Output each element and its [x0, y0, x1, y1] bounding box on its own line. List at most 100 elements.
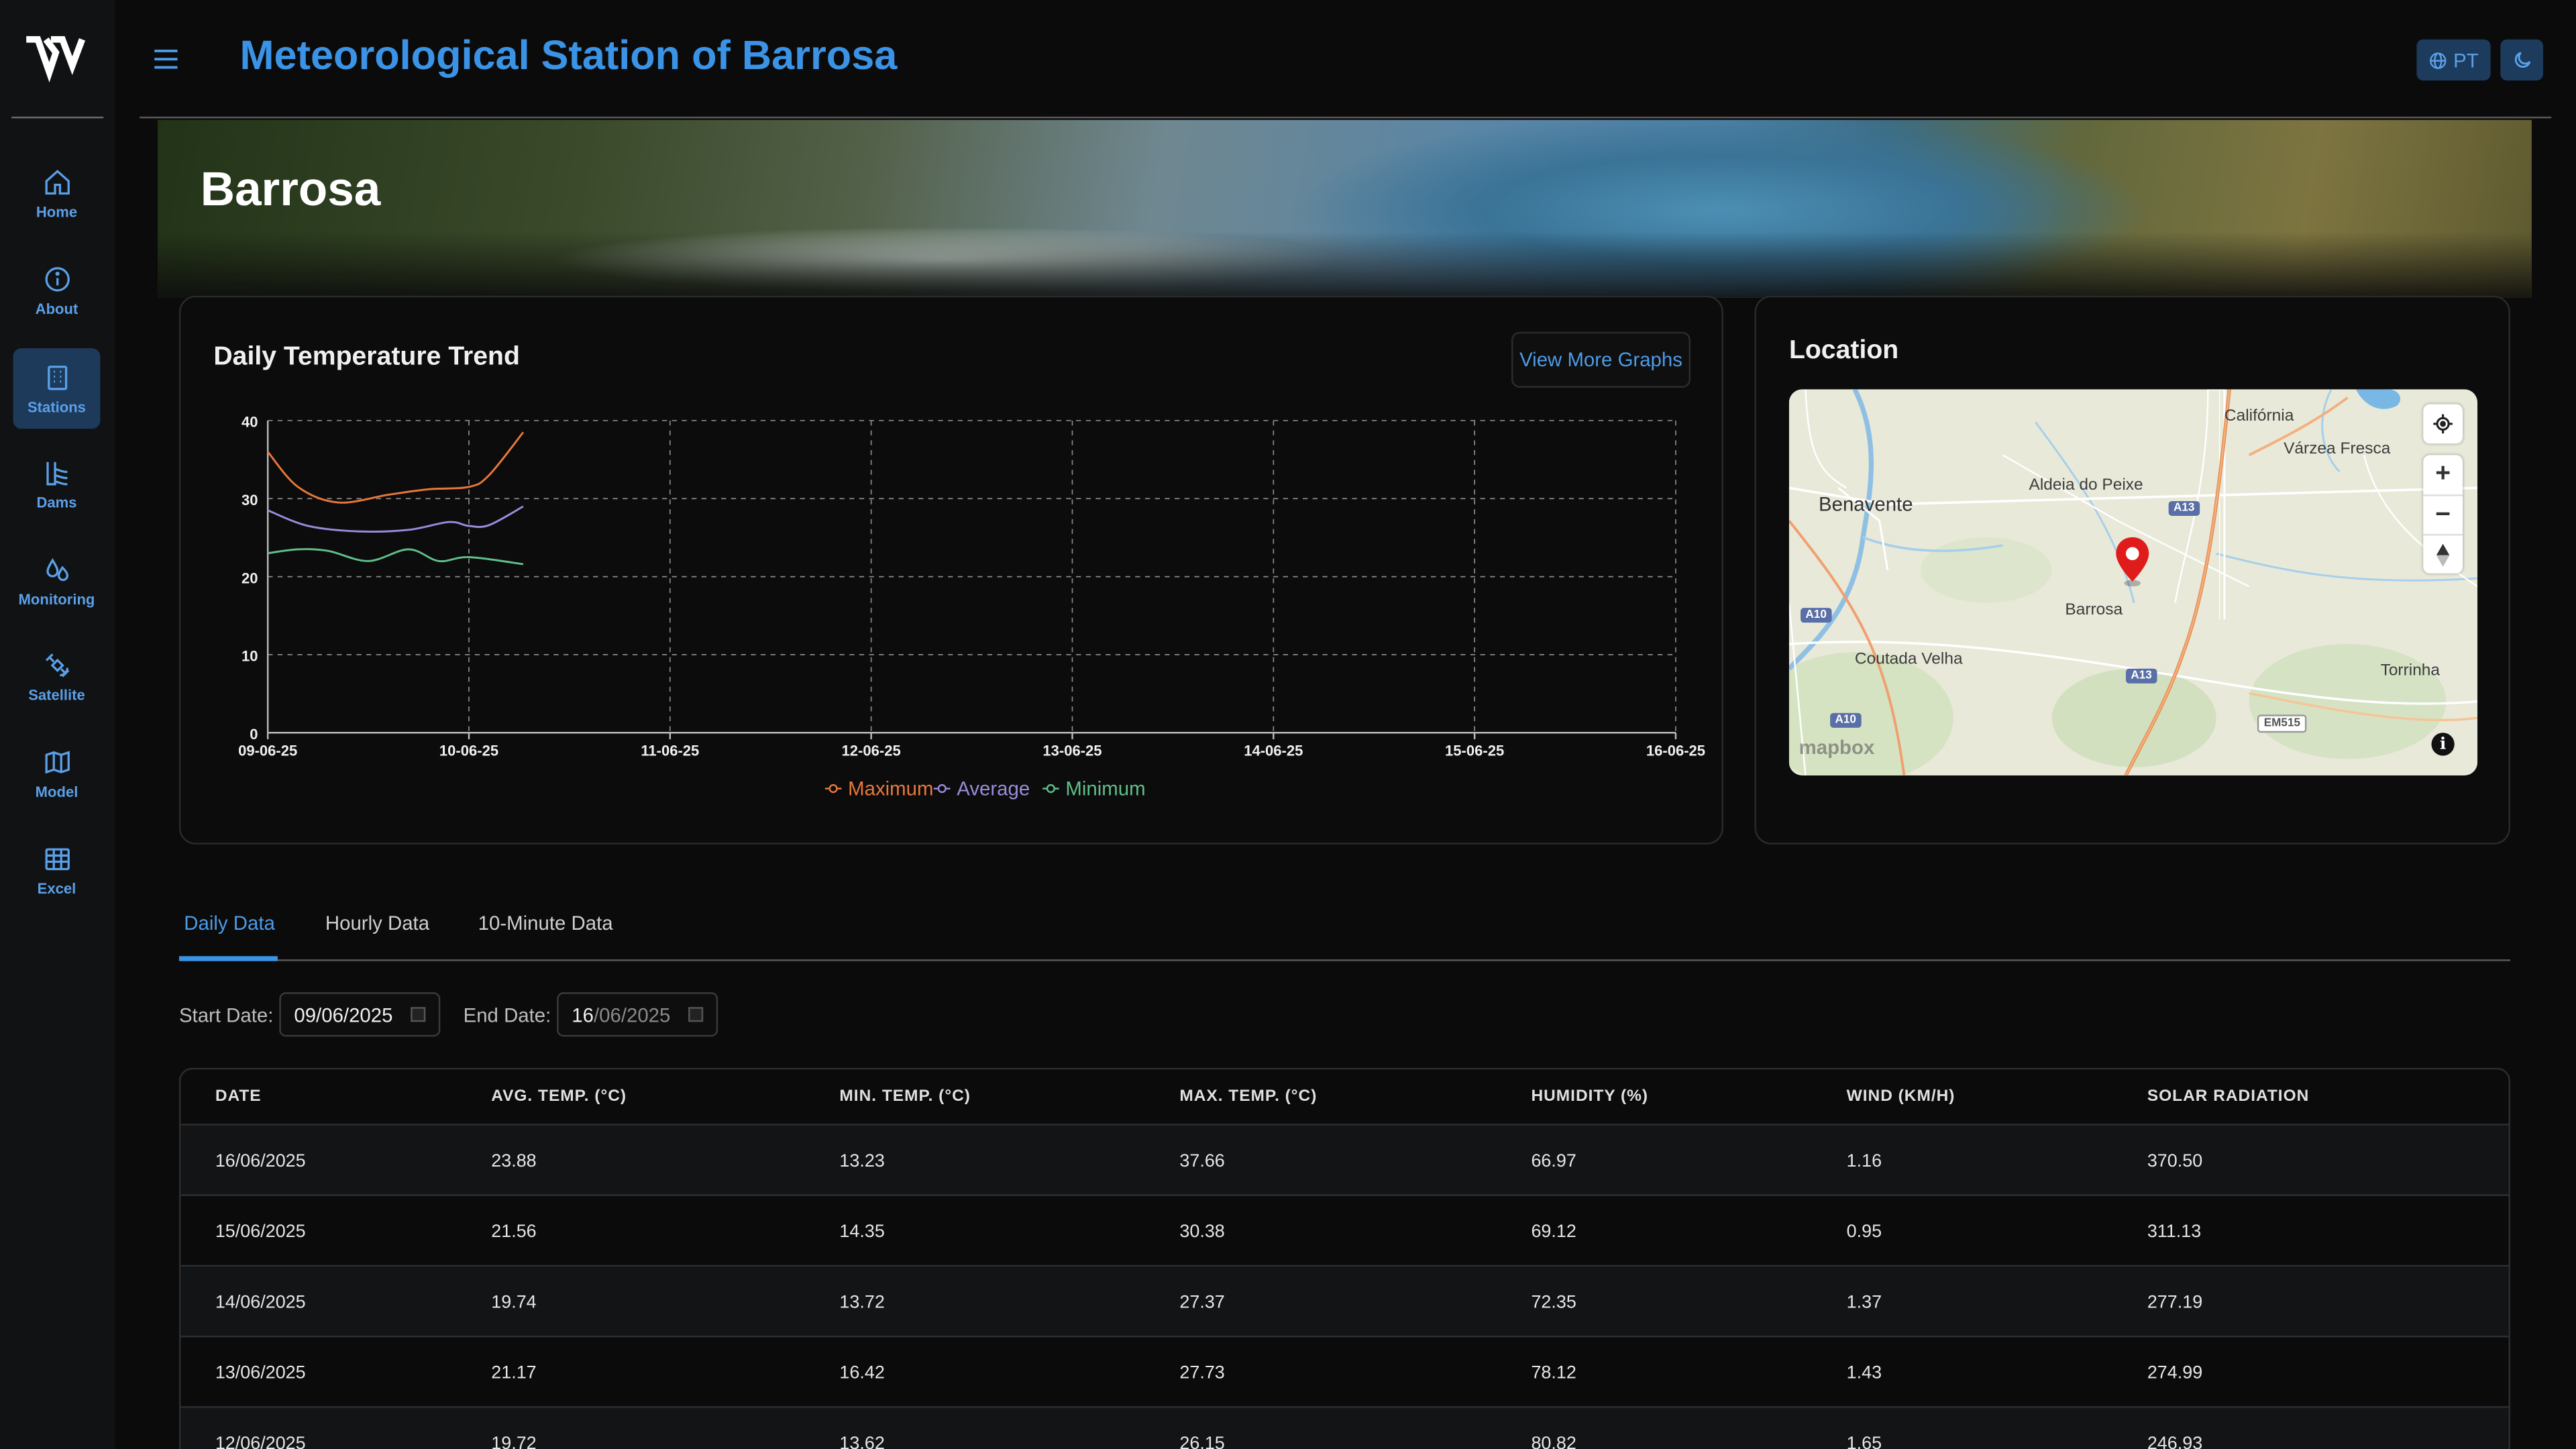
- location-title: Location: [1788, 337, 1899, 365]
- menu-toggle-icon[interactable]: [153, 48, 179, 70]
- table-cell: 66.97: [1531, 1151, 1576, 1172]
- road-badge: A13: [2168, 500, 2200, 516]
- end-date-input[interactable]: 16/06/2025: [557, 992, 718, 1037]
- sidebar-item-label: About: [35, 301, 78, 317]
- table-cell: 72.35: [1531, 1293, 1576, 1313]
- road-badge: A10: [1801, 608, 1832, 623]
- y-tick-label: 0: [250, 726, 258, 743]
- moon-icon: [2514, 52, 2530, 68]
- table-row[interactable]: 12/06/2025 19.72 13.62 26.15 80.82 1.65 246.93: [180, 1407, 2509, 1449]
- table-cell: 274.99: [2147, 1363, 2203, 1384]
- sidebar-item-label: Monitoring: [18, 591, 95, 608]
- table-cell: 69.12: [1531, 1222, 1576, 1242]
- column-header[interactable]: DATE: [215, 1087, 262, 1106]
- page-title: Meteorological Station of Barrosa: [239, 32, 898, 79]
- location-pin-icon[interactable]: [2114, 535, 2151, 588]
- map-label-aldeia-do-peixe: Aldeia do Peixe: [2029, 476, 2143, 495]
- table-cell: 1.43: [1846, 1363, 1882, 1384]
- zoom-out-button[interactable]: −: [2423, 494, 2463, 534]
- table-cell: 1.65: [1846, 1434, 1882, 1449]
- sidebar-item-dams[interactable]: Dams: [13, 443, 101, 524]
- x-tick-label: 14-06-25: [1244, 743, 1303, 759]
- compass-button[interactable]: [2423, 533, 2463, 574]
- sidebar-item-about[interactable]: About: [13, 250, 101, 330]
- language-label: PT: [2453, 48, 2479, 72]
- y-tick-label: 40: [241, 414, 258, 431]
- tab-daily-data[interactable]: Daily Data: [184, 912, 275, 934]
- map-icon: [44, 751, 69, 774]
- end-date-rest: /06/2025: [593, 1003, 671, 1026]
- sidebar-item-excel[interactable]: Excel: [13, 830, 101, 910]
- mapbox-logo[interactable]: mapbox: [1799, 736, 1875, 759]
- globe-icon: [2430, 52, 2447, 68]
- table-row[interactable]: 13/06/2025 21.17 16.42 27.73 78.12 1.43 274.99: [180, 1337, 2509, 1408]
- sidebar-item-stations[interactable]: Stations: [13, 348, 101, 429]
- table-cell: 1.37: [1846, 1293, 1882, 1313]
- calendar-icon[interactable]: [688, 1007, 704, 1022]
- y-tick-label: 10: [241, 648, 258, 665]
- start-date-value: 09/06/2025: [294, 1003, 393, 1026]
- theme-toggle-button[interactable]: [2500, 39, 2544, 81]
- end-date-day: 16: [572, 1003, 594, 1026]
- map-label-benavente: Benavente: [1819, 492, 1913, 516]
- table-cell: 23.88: [491, 1151, 537, 1172]
- compass-icon: [2436, 543, 2450, 566]
- sidebar-item-label: Excel: [37, 880, 76, 898]
- temperature-chart: 0 10 20 30 40 09-06-25 10-06-25 11-06-25 12-06-2…: [238, 414, 1705, 800]
- column-header[interactable]: SOLAR RADIATION: [2147, 1087, 2309, 1106]
- table-cell: 27.37: [1179, 1293, 1225, 1313]
- home-icon: [44, 170, 69, 195]
- column-header[interactable]: MIN. TEMP. (°C): [839, 1087, 970, 1106]
- table-cell: 16/06/2025: [215, 1151, 306, 1172]
- tab-hourly-data[interactable]: Hourly Data: [325, 912, 429, 934]
- column-header[interactable]: HUMIDITY (%): [1531, 1087, 1648, 1106]
- start-date-input[interactable]: 09/06/2025: [279, 992, 441, 1037]
- station-name: Barrosa: [200, 164, 381, 217]
- legend-item: Maximum: [848, 777, 933, 800]
- map-label-torrinha: Torrinha: [2380, 661, 2440, 680]
- geolocate-button[interactable]: [2423, 404, 2463, 444]
- sidebar-item-label: Stations: [27, 399, 86, 416]
- column-header[interactable]: MAX. TEMP. (°C): [1179, 1087, 1317, 1106]
- x-tick-label: 16-06-25: [1646, 743, 1705, 759]
- table-row[interactable]: 15/06/2025 21.56 14.35 30.38 69.12 0.95 311.13: [180, 1196, 2509, 1267]
- calendar-icon[interactable]: [411, 1007, 426, 1022]
- zoom-in-button[interactable]: +: [2423, 455, 2463, 494]
- legend-item: Average: [957, 777, 1030, 800]
- sidebar-item-home[interactable]: Home: [13, 153, 101, 233]
- table-cell: 19.72: [491, 1434, 537, 1449]
- table-row[interactable]: 14/06/2025 19.74 13.72 27.37 72.35 1.37 277.19: [180, 1267, 2509, 1338]
- series-line-minimum: [267, 548, 524, 566]
- map-label-california: Califórnia: [2224, 407, 2294, 426]
- zoom-controls: + −: [2423, 455, 2463, 574]
- legend-marker-dot: [828, 784, 838, 794]
- column-header[interactable]: WIND (KM/H): [1847, 1087, 1955, 1106]
- map-attribution-info-icon[interactable]: i: [2431, 733, 2455, 756]
- tab-10-minute-data[interactable]: 10-Minute Data: [478, 912, 613, 934]
- sidebar-item-satellite[interactable]: Satellite: [13, 636, 101, 716]
- dam-icon: [46, 462, 67, 486]
- table-cell: 37.66: [1179, 1151, 1225, 1172]
- table-cell: 0.95: [1846, 1222, 1882, 1242]
- table-cell: 277.19: [2147, 1293, 2203, 1313]
- table-cell: 16.42: [839, 1363, 885, 1384]
- sidebar-item-monitoring[interactable]: Monitoring: [13, 541, 101, 621]
- app-logo[interactable]: [23, 30, 89, 85]
- header-divider: [140, 116, 2552, 119]
- table-cell: 14/06/2025: [215, 1293, 306, 1313]
- start-date-label: Start Date:: [178, 1004, 274, 1027]
- sidebar-item-model[interactable]: Model: [13, 733, 101, 813]
- sidebar-item-label: Satellite: [28, 686, 85, 704]
- info-icon: [44, 267, 69, 292]
- x-tick-label: 10-06-25: [439, 743, 498, 759]
- table-cell: 27.73: [1179, 1363, 1225, 1384]
- building-icon: [46, 366, 67, 390]
- table-row[interactable]: 16/06/2025 23.88 13.23 37.66 66.97 1.16 370.50: [180, 1125, 2509, 1196]
- location-map[interactable]: Califórnia Várzea Fresca Aldeia do Peixe…: [1788, 389, 2478, 775]
- table-cell: 21.17: [491, 1363, 537, 1384]
- table-cell: 1.16: [1846, 1151, 1882, 1172]
- satellite-icon: [44, 653, 69, 678]
- column-header[interactable]: AVG. TEMP. (°C): [491, 1087, 627, 1106]
- table-cell: 14.35: [839, 1222, 885, 1242]
- language-button[interactable]: PT: [2416, 39, 2491, 81]
